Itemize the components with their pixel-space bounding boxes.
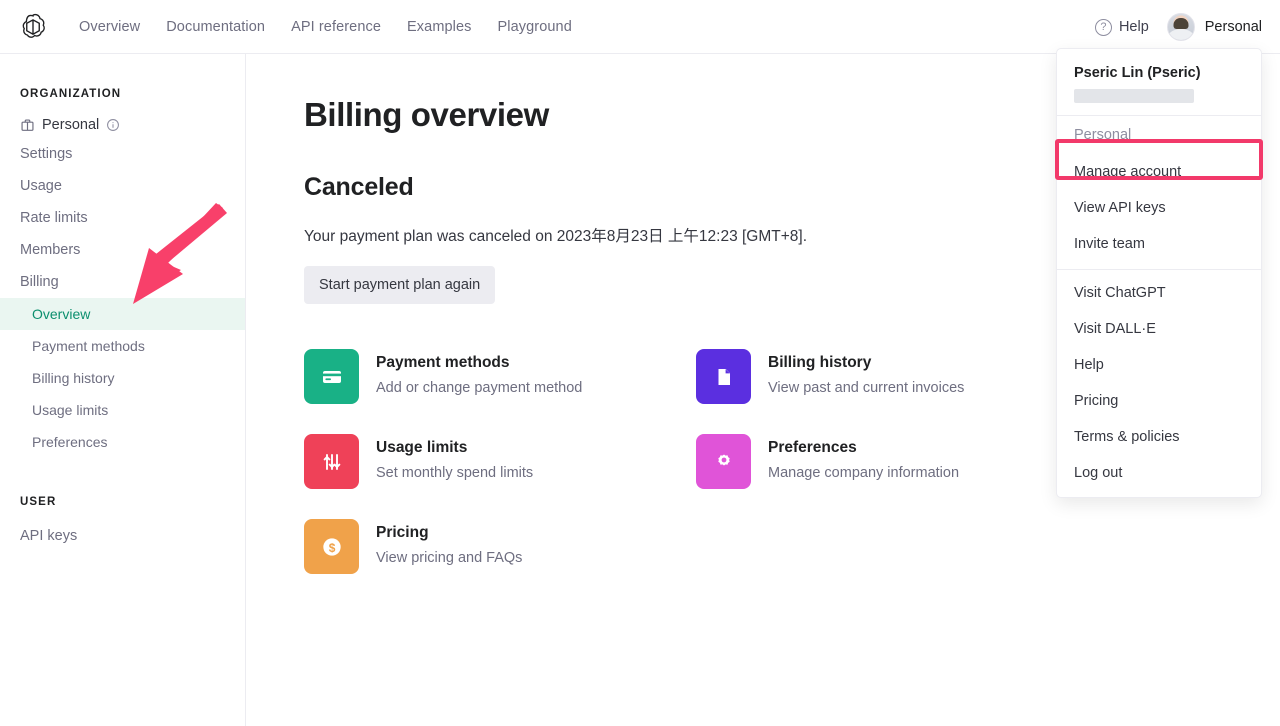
dollar-circle-icon: $ xyxy=(304,519,359,574)
sidebar: ORGANIZATION Personal Settings Usage Rat… xyxy=(0,54,246,726)
sidebar-item-api-keys[interactable]: API keys xyxy=(0,520,245,552)
tile-payment-methods[interactable]: Payment methods Add or change payment me… xyxy=(304,349,696,404)
sidebar-org-personal[interactable]: Personal xyxy=(0,112,245,138)
tile-title: Billing history xyxy=(768,354,872,371)
sidebar-item-settings[interactable]: Settings xyxy=(0,138,245,170)
tile-subtitle: Set monthly spend limits xyxy=(376,465,534,481)
help-button[interactable]: ? Help xyxy=(1094,18,1149,36)
nav-playground[interactable]: Playground xyxy=(485,13,585,41)
sidebar-subitem-overview[interactable]: Overview xyxy=(0,298,245,330)
tile-billing-history[interactable]: Billing history View past and current in… xyxy=(696,349,1088,404)
divider xyxy=(1057,269,1261,270)
dropdown-item-view-api-keys[interactable]: View API keys xyxy=(1057,190,1261,226)
top-header: Overview Documentation API reference Exa… xyxy=(0,0,1280,54)
nav-overview[interactable]: Overview xyxy=(66,13,153,41)
tile-pricing[interactable]: $ Pricing View pricing and FAQs xyxy=(304,519,696,574)
avatar xyxy=(1166,13,1195,41)
start-payment-plan-button[interactable]: Start payment plan again xyxy=(304,266,496,304)
dropdown-email-redacted xyxy=(1074,89,1194,103)
dropdown-section-label: Personal xyxy=(1074,127,1132,143)
question-circle-icon: ? xyxy=(1094,18,1112,36)
help-label: Help xyxy=(1118,19,1149,35)
tile-subtitle: View pricing and FAQs xyxy=(376,550,523,566)
dropdown-item-pricing[interactable]: Pricing xyxy=(1057,383,1261,419)
credit-card-icon xyxy=(304,349,359,404)
page-root: Overview Documentation API reference Exa… xyxy=(0,0,1280,726)
tile-subtitle: Add or change payment method xyxy=(376,380,583,396)
sidebar-subitem-billing-history[interactable]: Billing history xyxy=(0,362,245,394)
dropdown-item-invite-team[interactable]: Invite team xyxy=(1057,226,1261,262)
dropdown-item-manage-account[interactable]: Manage account xyxy=(1057,154,1261,190)
account-label: Personal xyxy=(1204,19,1262,35)
nav-examples[interactable]: Examples xyxy=(394,13,484,41)
account-dropdown-menu: Pseric Lin (Pseric) Personal Manage acco… xyxy=(1056,48,1262,498)
account-menu-button[interactable]: Personal xyxy=(1166,13,1262,41)
sidebar-subitem-payment-methods[interactable]: Payment methods xyxy=(0,330,245,362)
tile-title: Pricing xyxy=(376,524,429,541)
tile-usage-limits[interactable]: Usage limits Set monthly spend limits xyxy=(304,434,696,489)
dropdown-account-name: Pseric Lin (Pseric) xyxy=(1074,65,1201,81)
sidebar-org-label: Personal xyxy=(42,117,100,133)
sidebar-item-members[interactable]: Members xyxy=(0,234,245,266)
tile-title: Payment methods xyxy=(376,354,510,371)
tile-subtitle: View past and current invoices xyxy=(768,380,965,396)
nav-documentation[interactable]: Documentation xyxy=(153,13,278,41)
info-circle-icon[interactable] xyxy=(106,118,120,132)
dropdown-item-terms-policies[interactable]: Terms & policies xyxy=(1057,419,1261,455)
building-icon xyxy=(21,118,34,131)
header-right-group: ? Help Personal xyxy=(1094,0,1262,54)
tile-preferences[interactable]: Preferences Manage company information xyxy=(696,434,1088,489)
sliders-icon xyxy=(304,434,359,489)
dropdown-item-visit-chatgpt[interactable]: Visit ChatGPT xyxy=(1057,275,1261,311)
dropdown-item-visit-dalle[interactable]: Visit DALL·E xyxy=(1057,311,1261,347)
sidebar-section-user: USER xyxy=(20,496,57,508)
gear-icon xyxy=(696,434,751,489)
sidebar-subitem-preferences[interactable]: Preferences xyxy=(0,426,245,458)
main-nav: Overview Documentation API reference Exa… xyxy=(66,13,585,41)
tile-subtitle: Manage company information xyxy=(768,465,960,481)
nav-api-reference[interactable]: API reference xyxy=(278,13,394,41)
tile-title: Preferences xyxy=(768,439,857,456)
sidebar-item-usage[interactable]: Usage xyxy=(0,170,245,202)
tile-title: Usage limits xyxy=(376,439,468,456)
openai-logo[interactable] xyxy=(0,12,66,42)
sidebar-item-rate-limits[interactable]: Rate limits xyxy=(0,202,245,234)
sidebar-item-billing[interactable]: Billing xyxy=(0,266,245,298)
dropdown-item-help[interactable]: Help xyxy=(1057,347,1261,383)
dropdown-item-log-out[interactable]: Log out xyxy=(1057,455,1261,491)
sidebar-section-organization: ORGANIZATION xyxy=(20,88,122,100)
document-icon xyxy=(696,349,751,404)
sidebar-subitem-usage-limits[interactable]: Usage limits xyxy=(0,394,245,426)
svg-text:$: $ xyxy=(328,540,335,554)
